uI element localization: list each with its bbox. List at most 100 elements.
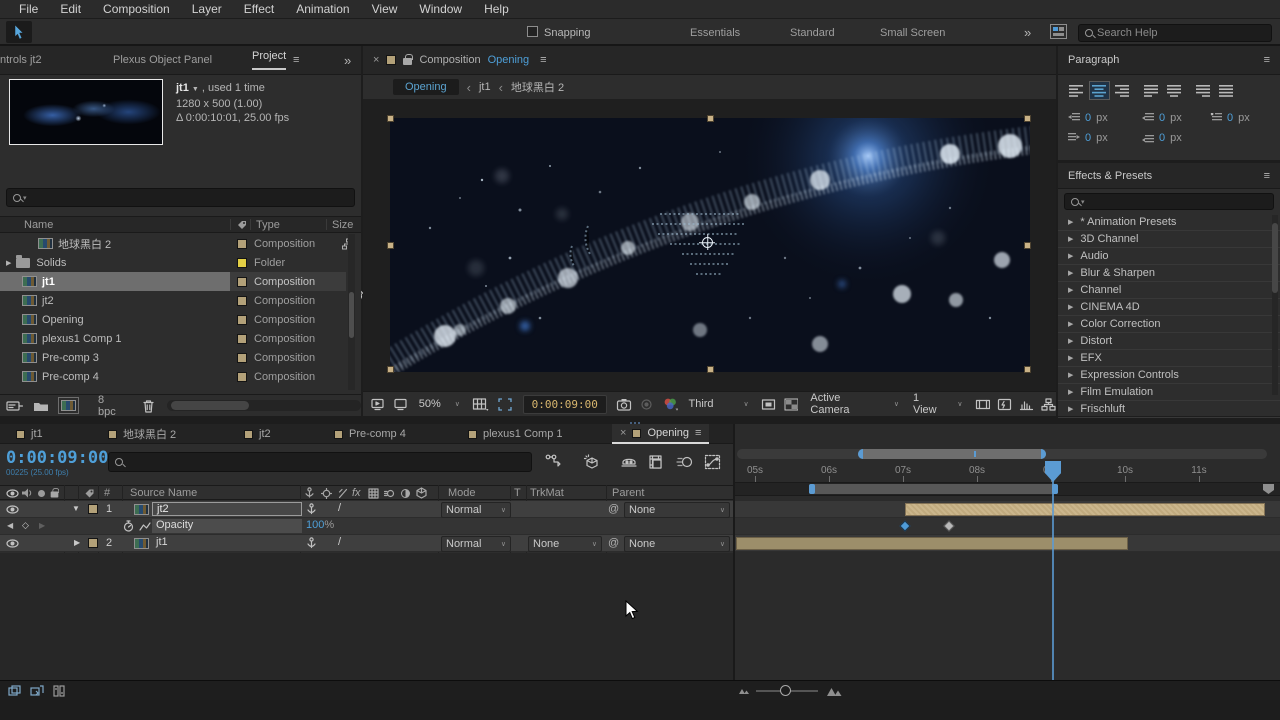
show-snapshot-icon[interactable] — [639, 398, 654, 411]
property-name-box[interactable]: Opacity — [152, 519, 302, 533]
layer-expand-icon[interactable]: ▼ — [72, 504, 80, 513]
layer-bar-jt2[interactable] — [905, 503, 1265, 516]
comp-label-swatch[interactable] — [386, 55, 396, 65]
channels-icon[interactable] — [662, 397, 679, 411]
project-row-jt1[interactable]: jt1 Composition — [0, 272, 346, 291]
justify-all-button[interactable] — [1216, 81, 1237, 100]
zoom-in-timeline-icon[interactable] — [826, 685, 842, 697]
align-center-button[interactable] — [1089, 81, 1110, 100]
eye-icon[interactable] — [6, 505, 19, 514]
indent-left-field[interactable]: 0px — [1068, 112, 1108, 124]
primary-viewer-icon[interactable] — [393, 398, 409, 411]
composition-panel-tab[interactable]: × Composition Opening ≡ — [363, 46, 1056, 75]
zoom-out-timeline-icon[interactable] — [738, 686, 750, 695]
timeline-tab-jt2[interactable]: jt2 — [244, 424, 271, 444]
label-swatch[interactable] — [237, 372, 247, 382]
layer-name[interactable]: jt1 — [156, 536, 168, 548]
always-preview-icon[interactable] — [371, 398, 387, 411]
blend-mode-dropdown[interactable]: Normal∨ — [441, 536, 511, 552]
tab-effect-controls[interactable]: ntrols jt2 — [0, 54, 42, 66]
collapse-switch-icon[interactable] — [306, 537, 317, 550]
project-panel-menu-icon[interactable]: ≡ — [293, 54, 299, 66]
menu-animation[interactable]: Animation — [285, 2, 360, 16]
indent-first-line-field[interactable]: 0px — [1210, 112, 1250, 124]
menu-effect[interactable]: Effect — [233, 2, 285, 16]
keyframe-next-icon[interactable]: ▶ — [39, 521, 45, 530]
label-swatch[interactable] — [237, 258, 247, 268]
layer-handle[interactable] — [1024, 242, 1031, 249]
align-left-button[interactable] — [1066, 81, 1087, 100]
draft-3d-icon[interactable] — [583, 454, 601, 470]
layer-handle[interactable] — [1024, 366, 1031, 373]
indent-right-field[interactable]: 0px — [1068, 132, 1108, 144]
layer-handle[interactable] — [387, 115, 394, 122]
snapping-checkbox[interactable] — [527, 26, 538, 37]
transparency-grid-icon[interactable] — [784, 398, 799, 411]
trkmat-dropdown[interactable]: None∨ — [528, 536, 602, 552]
keyframe-add-icon[interactable]: ◇ — [22, 520, 29, 531]
layer-handle[interactable] — [387, 242, 394, 249]
menu-edit[interactable]: Edit — [49, 2, 92, 16]
navigator-start-handle[interactable] — [858, 449, 863, 459]
label-swatch[interactable] — [237, 315, 247, 325]
blend-mode-dropdown[interactable]: Normal∨ — [441, 502, 511, 518]
graph-editor-icon[interactable] — [704, 454, 722, 470]
timeline-tab-opening[interactable]: × Opening ≡ — [612, 424, 709, 444]
workspace-essentials[interactable]: Essentials — [690, 27, 740, 39]
layer-bar-jt1[interactable] — [736, 537, 1128, 550]
justify-last-center-button[interactable] — [1164, 81, 1185, 100]
effects-category-frischluft[interactable]: ▶Frischluft — [1058, 401, 1280, 418]
project-tabs-overflow-icon[interactable]: » — [344, 53, 351, 68]
mode-column-header[interactable]: Mode — [448, 487, 476, 499]
menu-layer[interactable]: Layer — [181, 2, 233, 16]
composition-mini-flowchart-icon[interactable] — [545, 454, 563, 470]
grid-guides-icon[interactable] — [472, 397, 489, 412]
effects-category-expression-controls[interactable]: ▶Expression Controls — [1058, 367, 1280, 384]
layer-handle[interactable] — [707, 115, 714, 122]
project-row-plexus1[interactable]: plexus1 Comp 1 Composition — [0, 329, 346, 348]
playhead-line[interactable] — [1052, 461, 1054, 700]
menu-composition[interactable]: Composition — [92, 2, 181, 16]
workspace-standard[interactable]: Standard — [790, 27, 835, 39]
effects-category-color-correction[interactable]: ▶Color Correction — [1058, 316, 1280, 333]
pixel-aspect-icon[interactable] — [975, 398, 991, 411]
timeline-tab-earth[interactable]: 地球黑白 2 — [108, 424, 176, 444]
align-right-button[interactable] — [1112, 81, 1133, 100]
label-swatch[interactable] — [237, 296, 247, 306]
layer-handle[interactable] — [707, 366, 714, 373]
stopwatch-icon[interactable] — [123, 520, 134, 533]
close-icon[interactable]: × — [620, 427, 626, 439]
resolution-dropdown[interactable]: Third ∨ — [688, 398, 748, 410]
effects-category-film-emulation[interactable]: ▶Film Emulation — [1058, 384, 1280, 401]
project-horizontal-scrollbar[interactable] — [167, 400, 361, 411]
expand-in-out-icon[interactable] — [52, 685, 66, 697]
timeline-current-time[interactable]: 0:00:09:00 — [6, 448, 108, 468]
timeline-menu-icon[interactable]: ≡ — [695, 427, 701, 439]
source-name-column-header[interactable]: Source Name — [130, 487, 197, 499]
menu-file[interactable]: File — [8, 2, 49, 16]
layer-handle[interactable] — [1024, 115, 1031, 122]
snapshot-icon[interactable] — [616, 398, 632, 411]
tab-effects-presets[interactable]: Effects & Presets — [1068, 170, 1152, 182]
workspace-small-screen[interactable]: Small Screen — [880, 27, 945, 39]
justify-last-left-button[interactable] — [1141, 81, 1162, 100]
project-vertical-scrollbar[interactable] — [348, 234, 355, 390]
space-before-field[interactable]: 0px — [1142, 112, 1182, 124]
layer-expand-icon[interactable]: ▶ — [74, 538, 80, 547]
label-swatch[interactable] — [237, 239, 247, 249]
preview-dropdown-icon[interactable]: ▼ — [192, 86, 199, 93]
keyframe-prev-icon[interactable]: ◀ — [7, 521, 13, 530]
histogram-icon[interactable] — [1019, 398, 1034, 411]
composition-canvas[interactable] — [390, 118, 1030, 372]
effects-category-cinema4d[interactable]: ▶CINEMA 4D — [1058, 299, 1280, 316]
region-of-interest-icon[interactable] — [497, 397, 513, 411]
label-swatch[interactable] — [237, 334, 247, 344]
expand-transfer-controls-icon[interactable] — [30, 685, 44, 697]
keyframe-diamond-selected[interactable] — [899, 520, 910, 531]
project-row-precomp4[interactable]: Pre-comp 4 Composition — [0, 367, 346, 386]
comp-marker-bin-icon[interactable] — [1263, 484, 1274, 494]
parent-pickwhip-icon[interactable]: @ — [608, 503, 619, 515]
column-size[interactable]: Size — [332, 219, 353, 231]
close-icon[interactable]: × — [373, 54, 379, 66]
project-row-earth[interactable]: 地球黑白 2 Composition — [0, 234, 346, 253]
